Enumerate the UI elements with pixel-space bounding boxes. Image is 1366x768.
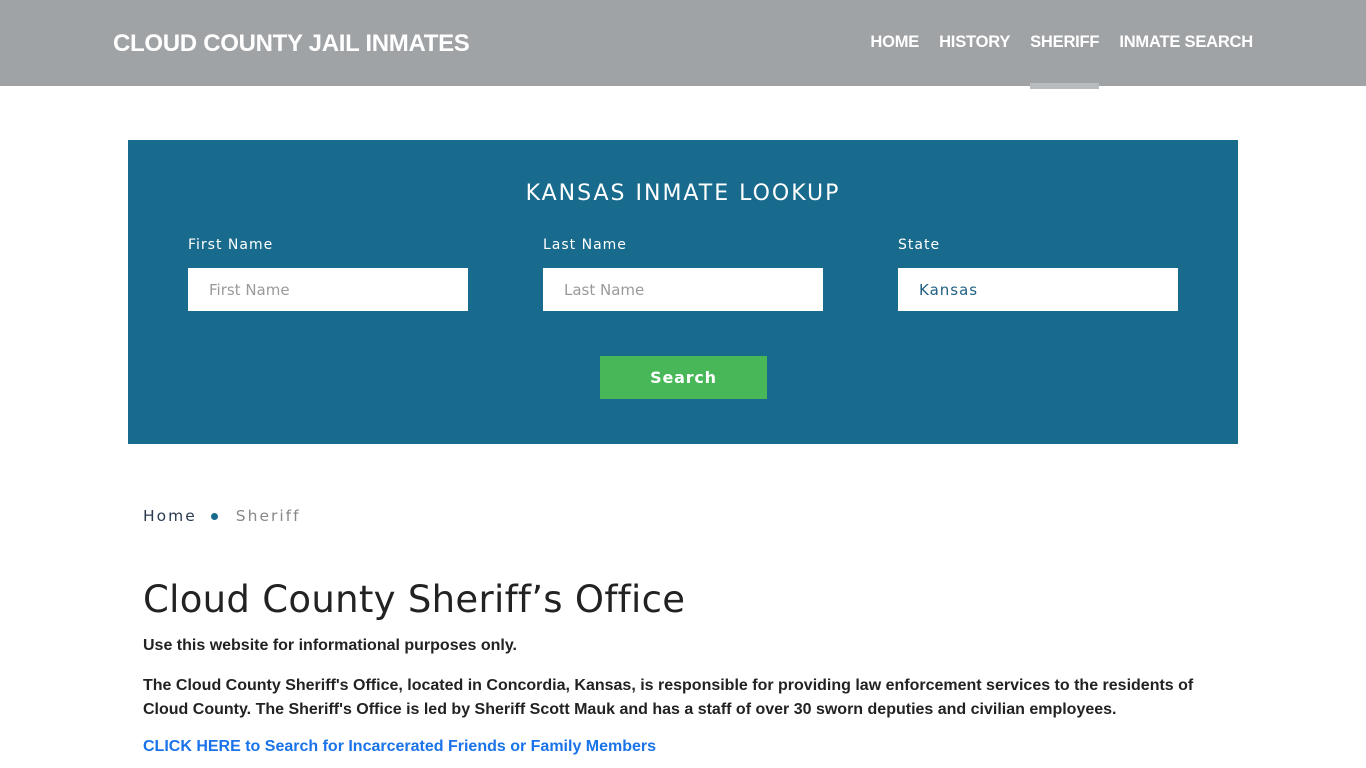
lookup-title: KANSAS INMATE LOOKUP: [525, 181, 841, 206]
breadcrumb-home[interactable]: Home: [143, 507, 197, 525]
nav-inmate-search[interactable]: INMATE SEARCH: [1119, 33, 1253, 52]
main-nav: HOME HISTORY SHERIFF INMATE SEARCH: [850, 33, 1253, 89]
breadcrumb-separator-dot-icon: [210, 512, 218, 520]
first-name-label: First Name: [188, 237, 274, 253]
site-header: CLOUD COUNTY JAIL INMATES HOME HISTORY S…: [0, 0, 1366, 89]
breadcrumb: Home Sheriff: [143, 507, 301, 525]
disclaimer-text: Use this website for informational purpo…: [143, 637, 517, 654]
nav-home[interactable]: HOME: [870, 33, 919, 52]
breadcrumb-current: Sheriff: [235, 507, 301, 525]
site-logo-link[interactable]: CLOUD COUNTY JAIL INMATES: [113, 30, 470, 58]
first-name-input[interactable]: [188, 268, 468, 311]
search-inmates-link[interactable]: CLICK HERE to Search for Incarcerated Fr…: [143, 738, 656, 756]
last-name-input[interactable]: [543, 268, 823, 311]
search-button[interactable]: Search: [600, 356, 767, 399]
page-title: Cloud County Sheriff’s Office: [143, 578, 686, 621]
nav-history[interactable]: HISTORY: [939, 33, 1010, 52]
state-label: State: [898, 237, 941, 253]
nav-sheriff[interactable]: SHERIFF: [1030, 33, 1100, 89]
last-name-label: Last Name: [543, 237, 627, 253]
description-text: The Cloud County Sheriff's Office, locat…: [143, 677, 1194, 718]
state-input[interactable]: [898, 268, 1178, 311]
